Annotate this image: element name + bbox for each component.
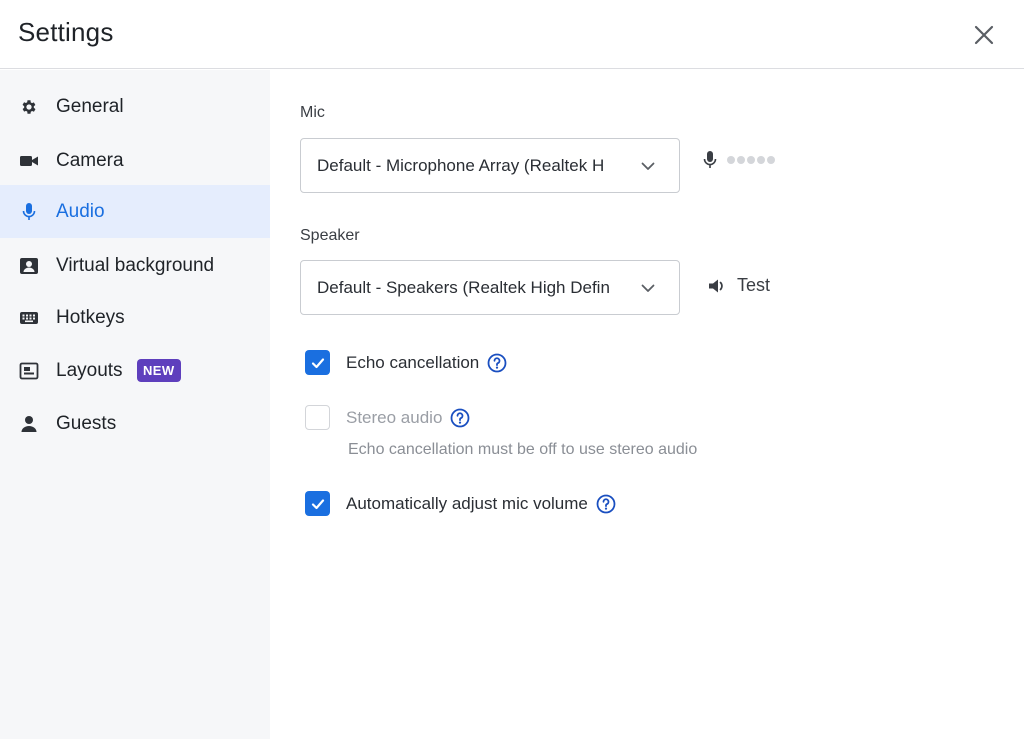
stereo-audio-option: Stereo audio	[305, 405, 470, 430]
level-dot	[727, 156, 735, 164]
auto-mic-volume-checkbox[interactable]	[305, 491, 330, 516]
level-dot	[757, 156, 765, 164]
auto-mic-volume-option: Automatically adjust mic volume	[305, 491, 616, 516]
sidebar-item-hotkeys[interactable]: Hotkeys	[0, 291, 270, 344]
person-icon	[19, 414, 39, 434]
portrait-icon	[19, 256, 39, 276]
page-title: Settings	[18, 17, 114, 47]
sidebar-item-label: Guests	[56, 412, 117, 434]
new-badge: NEW	[137, 359, 181, 382]
echo-cancellation-help-button[interactable]	[487, 353, 507, 373]
speaker-select[interactable]: Default - Speakers (Realtek High Defin	[300, 260, 680, 315]
test-speaker-button[interactable]: Test	[707, 275, 770, 296]
gear-icon	[19, 97, 39, 117]
audio-settings-panel: Mic Default - Microphone Array (Realtek …	[270, 70, 1024, 739]
echo-cancellation-label: Echo cancellation	[346, 352, 480, 372]
auto-mic-volume-label: Automatically adjust mic volume	[346, 493, 588, 513]
help-icon	[451, 408, 470, 427]
sidebar-item-guests[interactable]: Guests	[0, 397, 270, 450]
microphone-icon	[19, 202, 39, 222]
stereo-audio-checkbox[interactable]	[305, 405, 330, 430]
chevron-down-icon	[641, 162, 655, 170]
echo-cancellation-checkbox[interactable]	[305, 350, 330, 375]
stereo-audio-label: Stereo audio	[346, 407, 443, 427]
help-icon	[596, 494, 616, 513]
echo-cancellation-option: Echo cancellation	[305, 350, 507, 375]
sidebar-item-audio[interactable]: Audio	[0, 185, 270, 238]
stereo-audio-help-button[interactable]	[450, 408, 470, 428]
speaker-label: Speaker	[300, 227, 360, 244]
level-dot	[767, 156, 775, 164]
test-label: Test	[737, 275, 771, 295]
close-button[interactable]	[966, 17, 1002, 53]
mic-label: Mic	[300, 104, 325, 121]
speaker-select-value: Default - Speakers (Realtek High Defin	[317, 278, 610, 297]
sidebar-item-label: Hotkeys	[56, 306, 125, 328]
sidebar-item-label: General	[56, 95, 124, 117]
sidebar-item-camera[interactable]: Camera	[0, 134, 270, 187]
checkmark-icon	[311, 357, 324, 368]
sidebar-item-label: Virtual background	[56, 254, 215, 276]
sidebar-item-general[interactable]: General	[0, 80, 270, 133]
close-icon	[974, 25, 994, 45]
level-dot	[737, 156, 745, 164]
sidebar-item-layouts[interactable]: Layouts NEW	[0, 344, 270, 397]
speaker-volume-icon	[709, 279, 723, 292]
video-camera-icon	[19, 151, 39, 171]
stereo-audio-hint: Echo cancellation must be off to use ste…	[348, 441, 698, 458]
sidebar-item-label: Audio	[56, 200, 105, 222]
checkmark-icon	[311, 498, 324, 509]
sidebar-item-label: Layouts	[56, 359, 123, 381]
level-dot	[747, 156, 755, 164]
mic-level-dots	[727, 156, 775, 164]
help-icon	[487, 353, 507, 372]
mic-select-value: Default - Microphone Array (Realtek H	[317, 156, 605, 175]
auto-mic-volume-help-button[interactable]	[596, 494, 616, 514]
keyboard-icon	[19, 308, 39, 328]
mic-select[interactable]: Default - Microphone Array (Realtek H	[300, 138, 680, 193]
sidebar: General Camera Audio Virtual background …	[0, 70, 270, 739]
microphone-icon	[703, 151, 717, 168]
settings-header: Settings	[0, 0, 1024, 69]
sidebar-item-virtual-background[interactable]: Virtual background	[0, 239, 270, 292]
layout-icon	[19, 361, 39, 381]
sidebar-item-label: Camera	[56, 149, 124, 171]
mic-level-meter	[702, 150, 775, 170]
chevron-down-icon	[641, 284, 655, 292]
